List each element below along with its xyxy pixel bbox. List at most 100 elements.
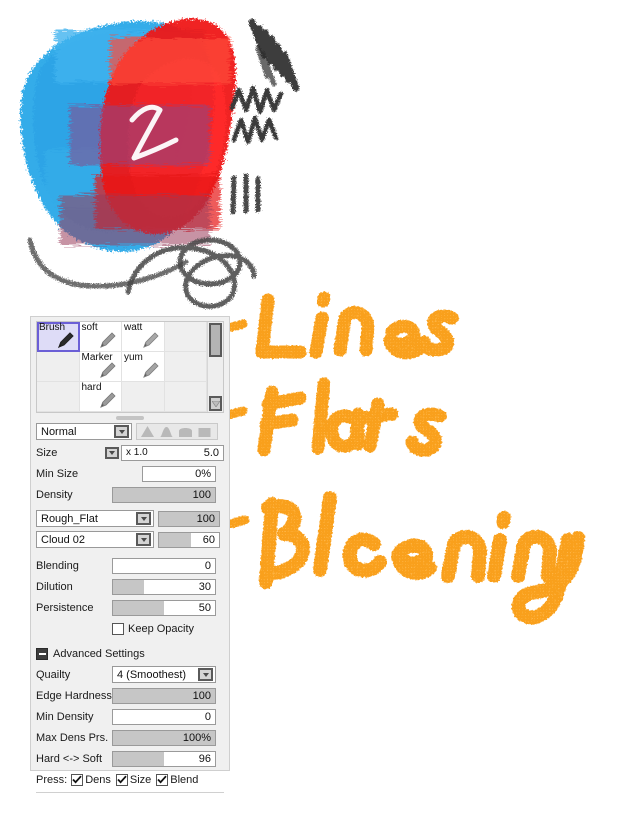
chevron-down-icon[interactable] [136, 533, 151, 546]
advanced-settings-header[interactable]: Advanced Settings [36, 644, 224, 663]
brush-settings-panel: Brush soft watt Marker yum hard Normal S… [30, 316, 230, 793]
min-density-value: 0 [204, 710, 211, 723]
hard-soft-value: 96 [198, 752, 211, 765]
texture-dropdown[interactable]: Rough_Flat [36, 510, 154, 527]
pen-icon [57, 332, 74, 349]
persistence-slider[interactable]: 50 [112, 599, 216, 616]
pen-icon [142, 332, 159, 348]
density-label: Density [36, 488, 73, 501]
brush-preset-marker[interactable]: Marker [79, 352, 122, 382]
panel-splitter[interactable] [36, 413, 224, 422]
pressure-size-label: Size [129, 773, 152, 786]
artwork-canvas [20, 18, 300, 309]
brush-preset-yum[interactable]: yum [122, 352, 165, 382]
keep-opacity-row[interactable]: Keep Opacity [36, 619, 224, 638]
bell-curve-shape-icon[interactable] [158, 425, 175, 438]
brush-shape-selector[interactable] [136, 423, 218, 440]
min-density-slider[interactable]: 0 [112, 708, 216, 725]
chevron-down-icon [211, 400, 220, 407]
dilution-slider[interactable]: 30 [112, 578, 216, 595]
min-density-row: Min Density 0 [36, 707, 224, 726]
texture-row: Rough_Flat 100 [36, 509, 224, 528]
min-size-slider[interactable]: 0% [142, 465, 216, 482]
dilution-label: Dilution [36, 580, 73, 593]
persistence-value: 50 [198, 601, 211, 614]
sharp-triangle-shape-icon[interactable] [139, 425, 156, 438]
blend-texture-amount-value: 60 [202, 533, 215, 546]
advanced-settings-label: Advanced Settings [53, 647, 145, 660]
blending-label: Blending [36, 559, 79, 572]
pressure-label: Press: [36, 773, 68, 786]
max-dens-prs-label: Max Dens Prs. [36, 731, 109, 744]
brush-preset-empty[interactable] [164, 382, 207, 412]
pressure-row: Press: Dens Size Blend [36, 770, 224, 789]
brush-preset-soft[interactable]: soft [79, 322, 122, 352]
brush-preset-brush[interactable]: Brush [37, 322, 80, 352]
persistence-label: Persistence [36, 601, 94, 614]
density-slider[interactable]: 100 [112, 486, 216, 503]
min-size-value: 0% [195, 467, 211, 480]
texture-value: Rough_Flat [41, 512, 98, 525]
brush-preset-cells: Brush soft watt Marker yum hard [37, 322, 207, 412]
max-dens-prs-value: 100% [182, 731, 211, 744]
size-slider[interactable]: x 1.0 5.0 [121, 444, 224, 461]
brush-preset-empty[interactable] [37, 382, 80, 412]
quality-dropdown[interactable]: 4 (Smoothest) [112, 666, 216, 683]
size-prefix: x 1.0 [126, 446, 148, 458]
max-dens-prs-row: Max Dens Prs. 100% [36, 728, 224, 747]
brush-grid-scrollbar[interactable] [207, 322, 223, 412]
brush-preset-hard[interactable]: hard [79, 382, 122, 412]
pen-icon [100, 392, 116, 408]
edge-hardness-value: 100 [192, 689, 211, 702]
check-icon [157, 775, 167, 784]
pen-icon [100, 362, 116, 378]
brush-preset-watt[interactable]: watt [122, 322, 165, 352]
chevron-down-icon[interactable] [136, 512, 151, 525]
edge-hardness-slider[interactable]: 100 [112, 687, 216, 704]
brush-preset-empty[interactable] [37, 352, 80, 382]
blending-slider[interactable]: 0 [112, 557, 216, 574]
dilution-row: Dilution 30 [36, 577, 224, 596]
chevron-down-icon[interactable] [114, 425, 129, 438]
brush-preset-empty[interactable] [122, 382, 165, 412]
density-value: 100 [192, 488, 211, 501]
blend-texture-amount-slider[interactable]: 60 [158, 531, 220, 548]
pressure-blend-label: Blend [170, 773, 199, 786]
hard-soft-slider[interactable]: 96 [112, 750, 216, 767]
max-dens-prs-slider[interactable]: 100% [112, 729, 216, 746]
brush-preset-label: soft [81, 322, 98, 333]
rounded-shape-icon[interactable] [177, 425, 194, 438]
pressure-size-checkbox[interactable] [115, 773, 128, 786]
edge-hardness-label: Edge Hardness [36, 689, 112, 702]
min-size-label: Min Size [36, 467, 79, 480]
scrollbar-thumb[interactable] [209, 323, 222, 357]
size-dropdown-button[interactable] [105, 446, 119, 459]
edge-hardness-row: Edge Hardness 100 [36, 686, 224, 705]
check-icon [72, 775, 82, 784]
min-size-row: Min Size 0% [36, 464, 224, 483]
square-shape-icon[interactable] [196, 425, 213, 438]
quality-label: Quailty [36, 668, 71, 681]
brush-preset-empty[interactable] [164, 322, 207, 352]
chevron-down-icon[interactable] [198, 668, 213, 681]
pressure-dens-checkbox[interactable] [71, 773, 84, 786]
size-value: 5.0 [203, 446, 219, 459]
size-label: Size [36, 446, 58, 459]
panel-divider [36, 792, 224, 793]
blend-texture-dropdown[interactable]: Cloud 02 [36, 531, 154, 548]
collapse-minus-icon[interactable] [36, 647, 48, 660]
persistence-row: Persistence 50 [36, 598, 224, 617]
check-icon [117, 775, 127, 784]
scroll-down-button[interactable] [209, 396, 222, 411]
brush-preset-grid[interactable]: Brush soft watt Marker yum hard [36, 321, 224, 413]
pressure-dens-label: Dens [85, 773, 111, 786]
quality-row: Quailty 4 (Smoothest) [36, 665, 224, 684]
blend-texture-value: Cloud 02 [41, 533, 86, 546]
blend-mode-row: Normal [36, 422, 224, 441]
texture-amount-slider[interactable]: 100 [158, 510, 220, 527]
keep-opacity-checkbox[interactable] [112, 622, 124, 635]
pressure-blend-checkbox[interactable] [156, 773, 169, 786]
texture-amount-value: 100 [196, 512, 215, 525]
blend-mode-dropdown[interactable]: Normal [36, 423, 132, 440]
brush-preset-empty[interactable] [164, 352, 207, 382]
